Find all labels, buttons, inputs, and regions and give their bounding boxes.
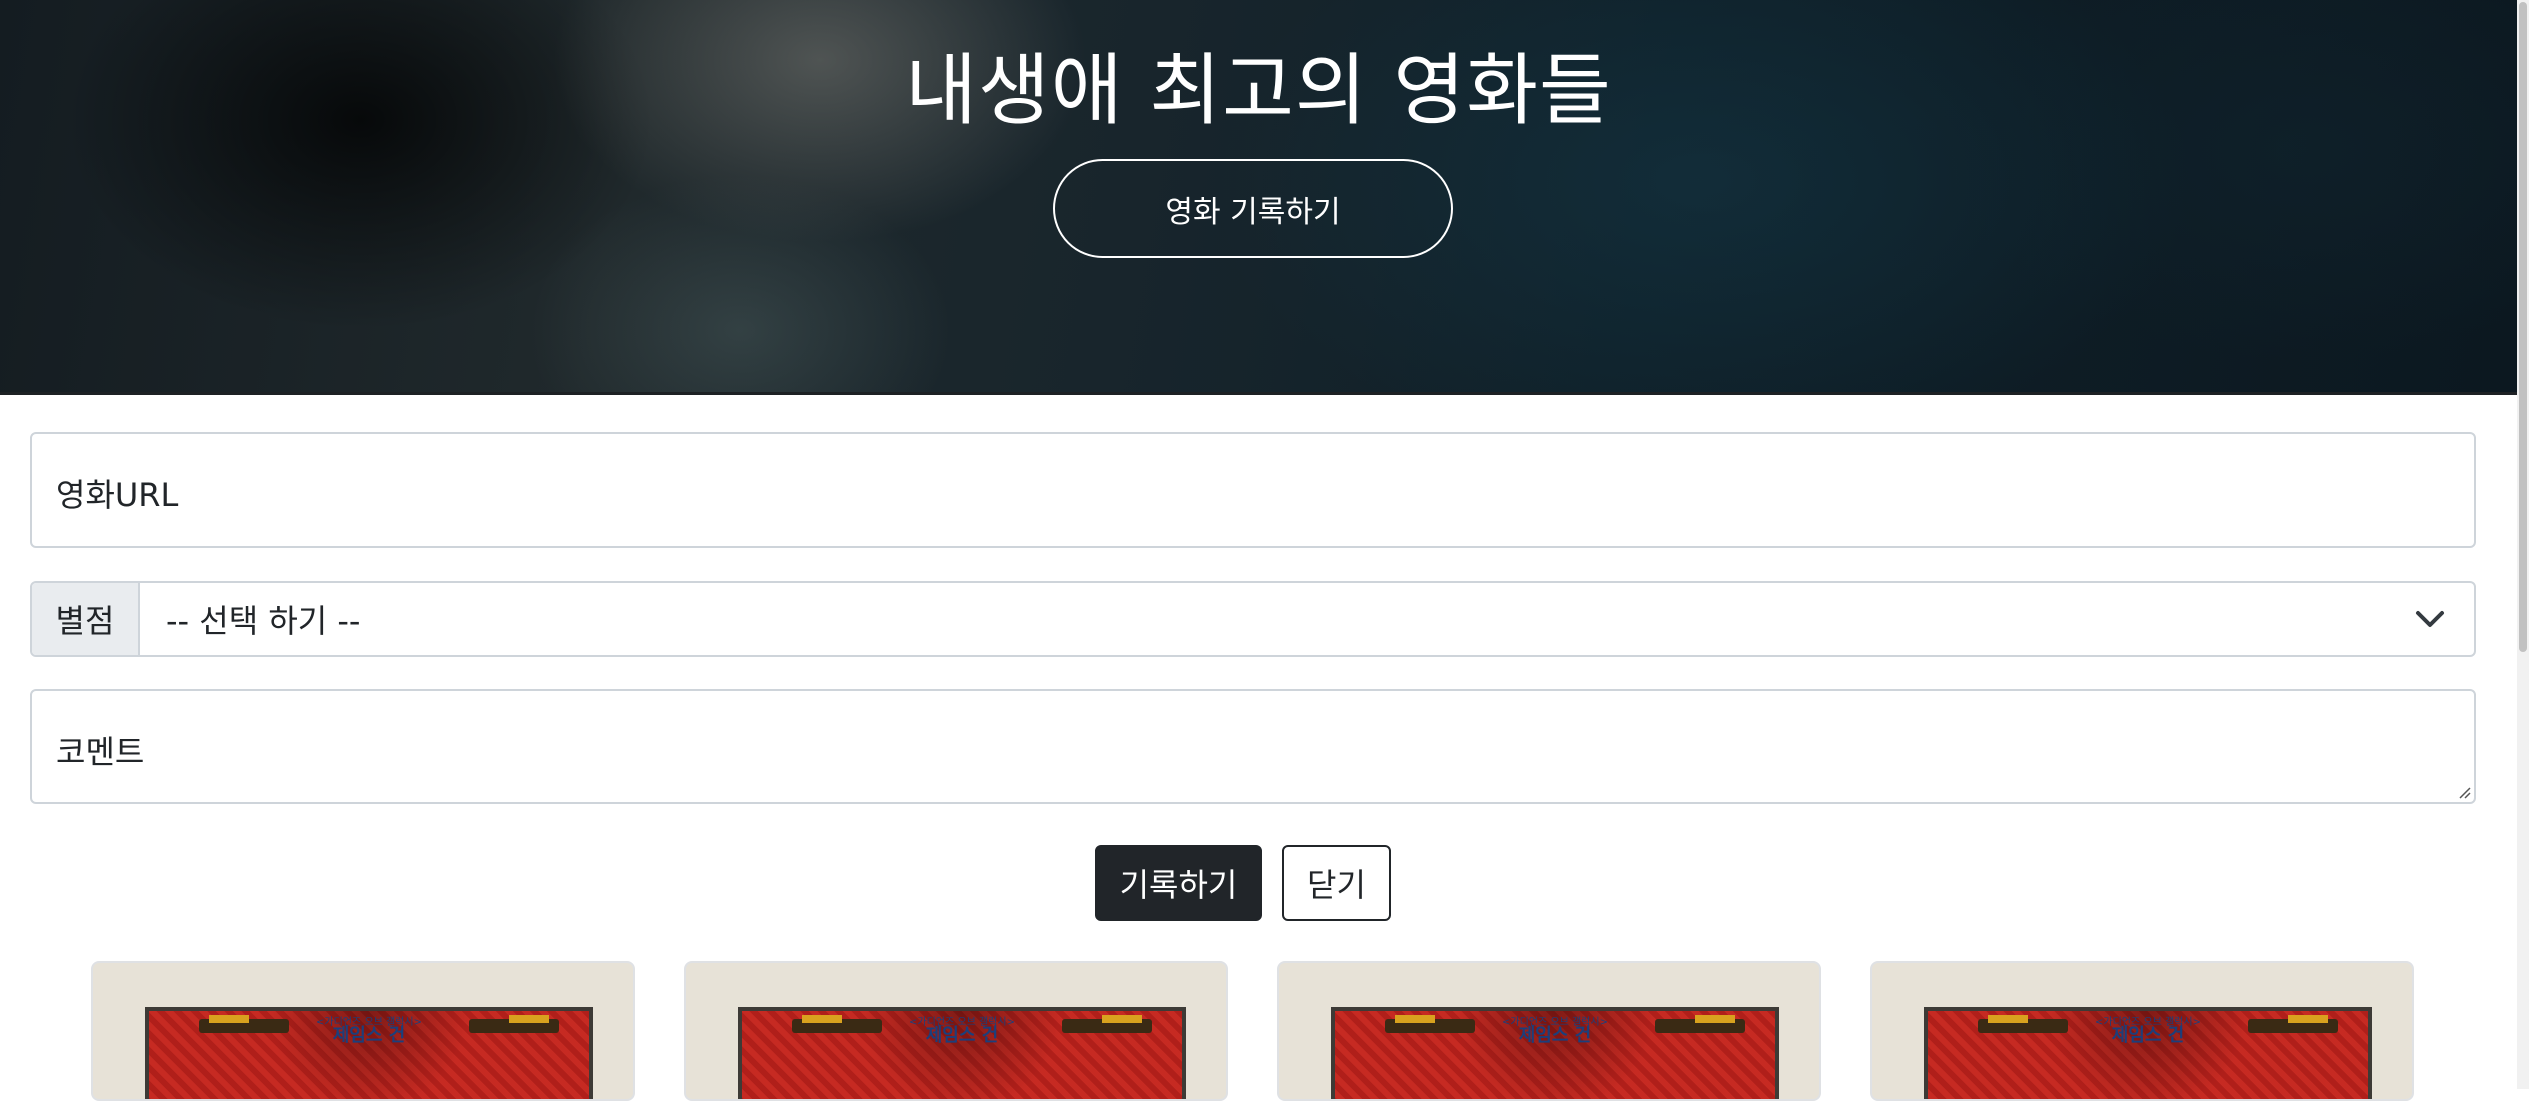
movie-url-placeholder: 영화URL [56,476,179,514]
movie-card[interactable]: <가디언즈 오브 갤럭시> 제임스 건 [1277,961,1821,1101]
chevron-down-icon [2416,611,2444,627]
scrollbar-thumb[interactable] [2519,2,2527,652]
movie-poster-image: <가디언즈 오브 갤럭시> 제임스 건 [738,1007,1186,1099]
close-button[interactable]: 닫기 [1282,845,1391,921]
hero-banner: 내생애 최고의 영화들 영화 기록하기 [0,0,2517,395]
rating-select-group[interactable]: 별점 -- 선택 하기 -- [30,581,2476,657]
poster-title: 제임스 건 [925,1025,999,1046]
poster-title: 제임스 건 [332,1025,406,1046]
movie-card[interactable]: <가디언즈 오브 갤럭시> 제임스 건 [684,961,1228,1101]
page-scrollbar[interactable] [2517,0,2529,1089]
poster-title: 제임스 건 [2111,1025,2185,1046]
resize-handle-icon[interactable] [2454,782,2472,800]
rating-label: 별점 [32,583,140,655]
movie-card[interactable]: <가디언즈 오브 갤럭시> 제임스 건 [91,961,635,1101]
movie-poster-image: <가디언즈 오브 갤럭시> 제임스 건 [1924,1007,2372,1099]
movie-url-input[interactable]: 영화URL [30,432,2476,548]
record-movie-button[interactable]: 영화 기록하기 [1053,159,1453,258]
save-button[interactable]: 기록하기 [1095,845,1262,921]
movie-card[interactable]: <가디언즈 오브 갤럭시> 제임스 건 [1870,961,2414,1101]
poster-title: 제임스 건 [1518,1025,1592,1046]
comment-placeholder: 코멘트 [56,733,145,771]
rating-selected-value: -- 선택 하기 -- [166,602,361,640]
movie-poster-image: <가디언즈 오브 갤럭시> 제임스 건 [1331,1007,1779,1099]
rating-select[interactable]: -- 선택 하기 -- [140,583,2474,655]
comment-textarea[interactable]: 코멘트 [30,689,2476,804]
page-title: 내생애 최고의 영화들 [905,46,1612,136]
movie-poster-image: <가디언즈 오브 갤럭시> 제임스 건 [145,1007,593,1099]
